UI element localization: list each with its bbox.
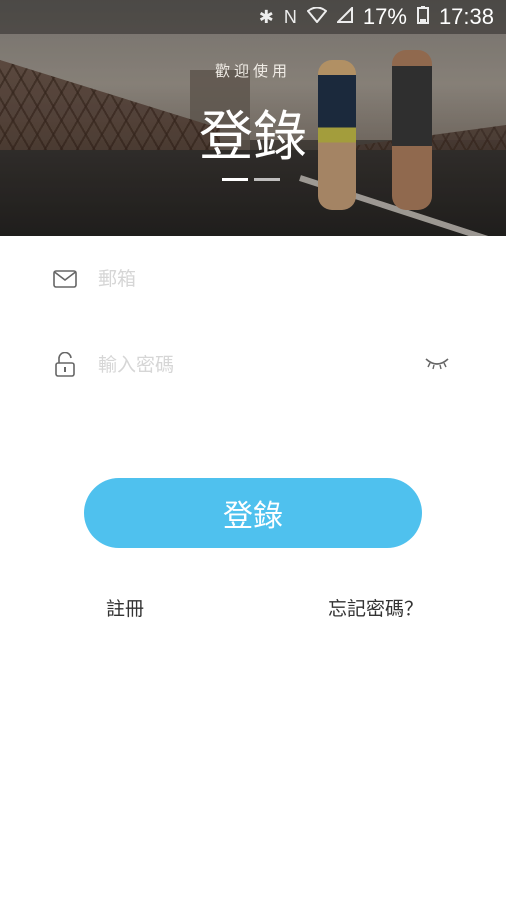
battery-icon [416,5,429,29]
forgot-password-link[interactable]: 忘記密碼？ [328,594,423,621]
email-field-row [52,259,472,299]
nfc-icon: N [283,6,297,27]
eye-closed-icon [425,358,449,370]
password-field-row [52,345,472,385]
password-input[interactable] [96,353,400,377]
title-underline [222,178,284,182]
bluetooth-icon: ✱ [258,6,274,27]
signal-icon [335,5,353,28]
status-bar: ✱ N 17% 17:38 [0,0,506,34]
login-button[interactable]: 登錄 [84,478,422,548]
page-title: 登錄 [199,105,307,168]
mail-icon [52,266,78,292]
password-visibility-toggle[interactable] [424,353,450,373]
welcome-text: 歡迎使用 [214,62,291,80]
wifi-icon [306,6,328,28]
header-banner: ✱ N 17% 17:38 歡迎使用 登錄 [0,0,506,236]
battery-percent: 17% [362,4,407,29]
clock-time: 17:38 [438,4,494,29]
email-input[interactable] [96,267,400,291]
register-link[interactable]: 註冊 [106,594,144,621]
lock-icon [52,352,78,378]
